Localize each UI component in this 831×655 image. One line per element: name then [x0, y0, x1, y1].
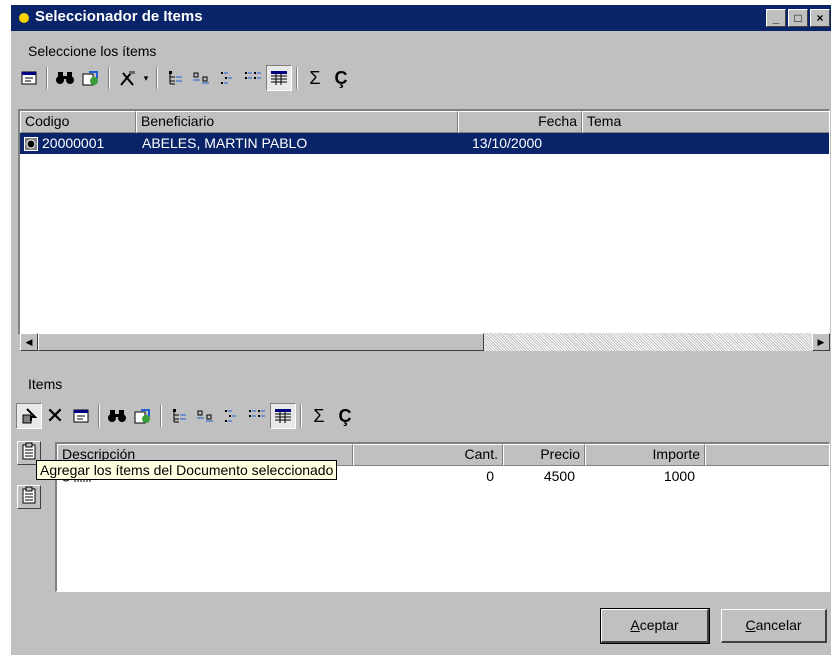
- documents-list[interactable]: Codigo Beneficiario Fecha Tema 20000001 …: [18, 109, 830, 335]
- cell-fecha: 13/10/2000: [472, 135, 543, 151]
- tree-view-icon[interactable]: [162, 65, 188, 91]
- scroll-thumb[interactable]: [38, 333, 484, 351]
- column-header-empty: [705, 444, 829, 466]
- item-binoculars-icon[interactable]: [104, 403, 130, 429]
- properties-icon[interactable]: [16, 65, 42, 91]
- add-items-icon[interactable]: [16, 403, 42, 429]
- cancel-button[interactable]: Cancelar: [721, 609, 827, 643]
- items-label: Items: [28, 376, 63, 392]
- item-small-icons-icon[interactable]: [218, 403, 244, 429]
- cell-codigo: 20000001: [42, 135, 105, 151]
- select-items-label: Seleccione los ítems: [28, 43, 157, 59]
- column-header-precio[interactable]: Precio: [503, 444, 585, 466]
- column-header-cant[interactable]: Cant.: [353, 444, 503, 466]
- cell-cant: 0: [486, 468, 494, 484]
- app-icon: [19, 13, 29, 23]
- accept-mnemonic: A: [630, 617, 640, 633]
- sum-icon[interactable]: Σ: [302, 65, 328, 91]
- item-large-icons-icon[interactable]: [192, 403, 218, 429]
- item-filter-icon[interactable]: Ç: [332, 403, 358, 429]
- document-icon: [24, 136, 38, 156]
- tools-icon[interactable]: [114, 65, 140, 91]
- details-view-icon[interactable]: [266, 65, 292, 91]
- cell-precio: 4500: [543, 468, 575, 484]
- scroll-right-button[interactable]: ▶: [812, 333, 830, 351]
- horizontal-scrollbar[interactable]: ◀ ▶: [20, 333, 830, 351]
- refresh-icon[interactable]: [78, 65, 104, 91]
- close-button[interactable]: ×: [810, 9, 830, 27]
- cell-importe: 1000: [663, 468, 695, 484]
- add-items-tooltip: Agregar los ítems del Documento seleccio…: [36, 460, 338, 480]
- delete-icon[interactable]: ✕: [42, 403, 68, 429]
- minimize-button[interactable]: _: [766, 9, 786, 27]
- item-selector-window: Seleccionador de Items _ □ × Seleccione …: [10, 4, 831, 655]
- column-header-beneficiario[interactable]: Beneficiario: [136, 111, 458, 133]
- items-toolbar: ✕ Σ Ç: [16, 401, 358, 431]
- tools-dropdown-icon[interactable]: ▾: [140, 73, 152, 84]
- maximize-button[interactable]: □: [788, 9, 808, 27]
- accept-button[interactable]: Aceptar: [600, 608, 710, 644]
- item-sum-icon[interactable]: Σ: [306, 403, 332, 429]
- filter-icon[interactable]: Ç: [328, 65, 354, 91]
- cancel-mnemonic: C: [745, 617, 756, 633]
- window-title: Seleccionador de Items: [35, 8, 203, 25]
- table-row[interactable]: 20000001 ABELES, MARTIN PABLO 13/10/2000: [20, 133, 829, 156]
- item-refresh-icon[interactable]: [130, 403, 156, 429]
- cell-beneficiario: ABELES, MARTIN PABLO: [142, 135, 308, 151]
- top-toolbar: ▾ Σ Ç: [16, 63, 354, 93]
- scroll-track[interactable]: [484, 333, 812, 351]
- clipboard-button[interactable]: [17, 485, 41, 509]
- item-list-view-icon[interactable]: [244, 403, 270, 429]
- title-bar[interactable]: Seleccionador de Items _ □ ×: [11, 5, 831, 31]
- large-icons-icon[interactable]: [188, 65, 214, 91]
- item-properties-icon[interactable]: [68, 403, 94, 429]
- accept-label: ceptar: [639, 617, 679, 633]
- small-icons-icon[interactable]: [214, 65, 240, 91]
- list-view-icon[interactable]: [240, 65, 266, 91]
- binoculars-icon[interactable]: [52, 65, 78, 91]
- cancel-label: ancelar: [755, 617, 802, 633]
- item-details-view-icon[interactable]: [270, 403, 296, 429]
- column-header-codigo[interactable]: Codigo: [20, 111, 136, 133]
- column-header-importe[interactable]: Importe: [585, 444, 705, 466]
- column-header-fecha[interactable]: Fecha: [458, 111, 582, 133]
- item-tree-view-icon[interactable]: [166, 403, 192, 429]
- column-header-tema[interactable]: Tema: [582, 111, 829, 133]
- scroll-left-button[interactable]: ◀: [20, 333, 38, 351]
